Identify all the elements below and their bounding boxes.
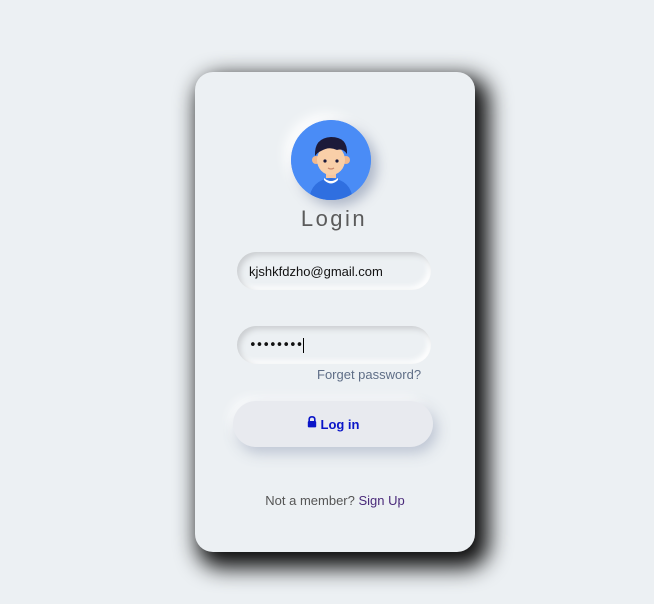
login-card: Login kjshkfdzho@gmail.com •••••••• Forg… <box>195 72 475 552</box>
email-field[interactable]: kjshkfdzho@gmail.com <box>237 252 431 290</box>
lock-icon <box>307 415 317 433</box>
login-button-label: Log in <box>320 416 360 432</box>
text-caret <box>303 337 305 353</box>
user-avatar-icon <box>291 120 371 200</box>
login-button[interactable]: Log in <box>233 401 433 447</box>
password-value: •••••••• <box>249 337 303 353</box>
forget-password-link[interactable]: Forget password? <box>317 367 421 382</box>
signup-link[interactable]: Sign Up <box>358 493 404 508</box>
password-field[interactable]: •••••••• <box>237 326 431 364</box>
page-title: Login <box>300 206 368 231</box>
not-member-text: Not a member? <box>265 493 355 508</box>
email-value: kjshkfdzho@gmail.com <box>249 263 383 279</box>
signup-prompt: Not a member? Sign Up <box>195 493 475 508</box>
page: Login kjshkfdzho@gmail.com •••••••• Forg… <box>0 0 654 604</box>
